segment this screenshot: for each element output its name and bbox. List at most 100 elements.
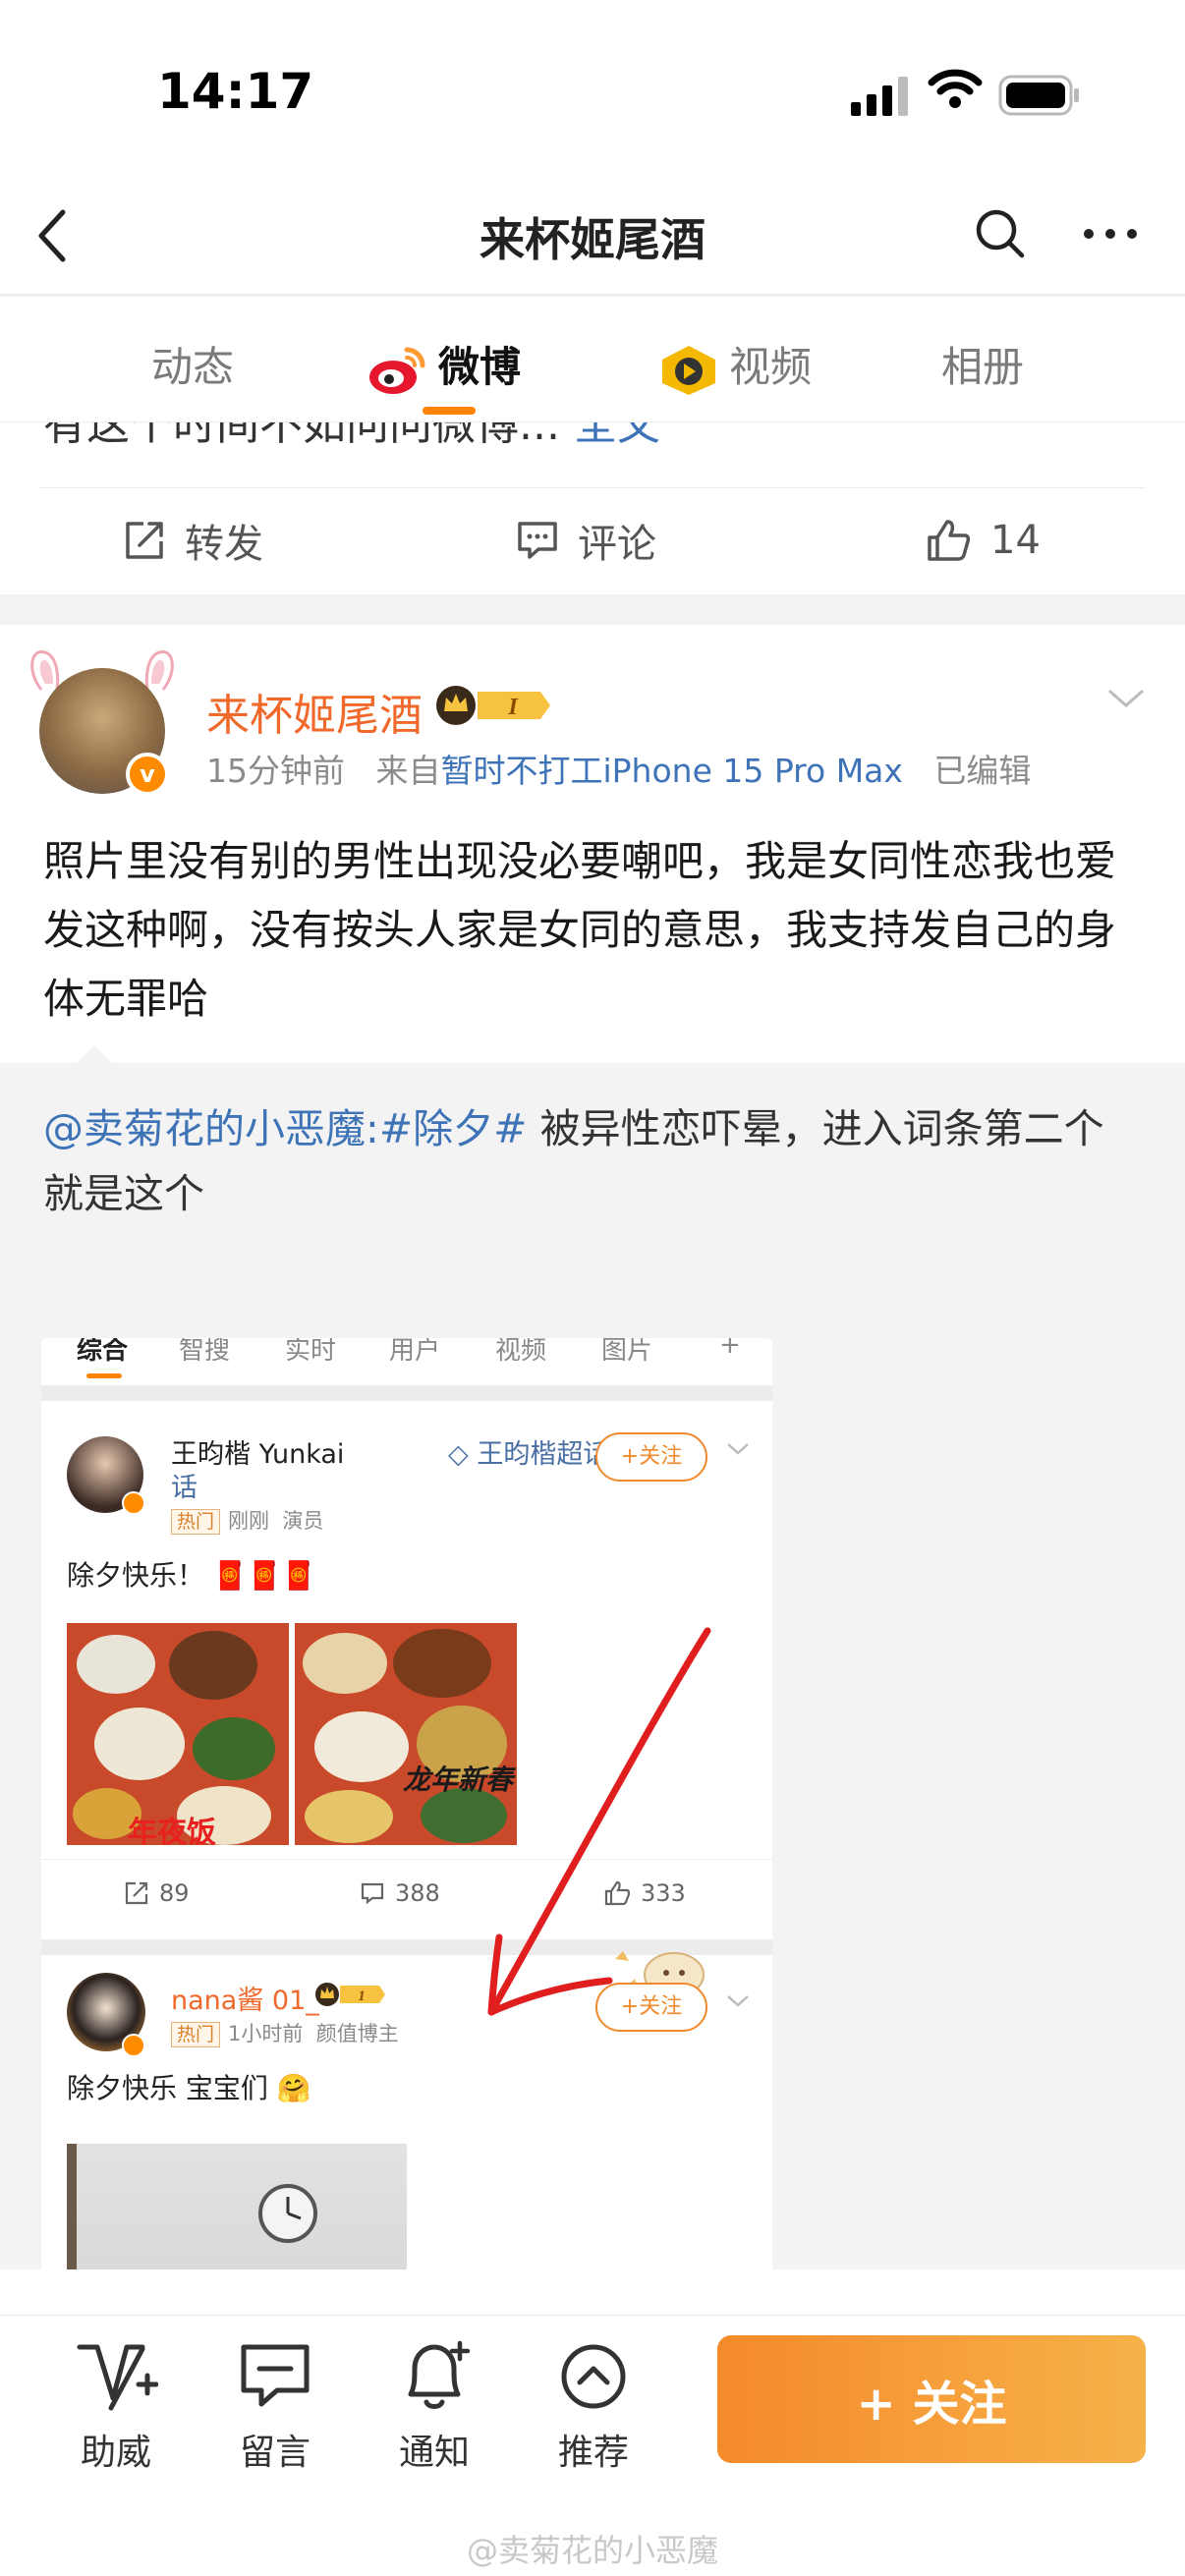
hug-emoji-icon: 🤗 xyxy=(276,2072,311,2104)
recommend-button[interactable]: 推荐 xyxy=(535,2339,652,2475)
food-photo-1: 年夜饭 xyxy=(67,1623,289,1845)
thumbs-up-icon xyxy=(604,1880,631,1906)
tab-dynamics[interactable]: 动态 xyxy=(151,334,234,394)
edited-label: 已编辑 xyxy=(933,752,1032,790)
screenshot-level: 1 xyxy=(358,1988,366,2004)
chevron-down-icon xyxy=(727,1995,749,2007)
signal-icon xyxy=(851,77,908,116)
screenshot-author-2: nana酱 01_ xyxy=(171,1986,319,2016)
verified-badge-icon: v xyxy=(126,753,169,796)
watermark: @卖菊花的小恶魔 xyxy=(466,2532,718,2569)
video-logo-icon xyxy=(662,345,715,395)
screenshot-body-text-1: 除夕快乐！ xyxy=(67,1559,205,1592)
cheer-icon xyxy=(77,2344,159,2411)
screenshot-reposts: 89 xyxy=(159,1879,190,1907)
screenshot-body-2: 除夕快乐 宝宝们 🤗 xyxy=(67,2067,311,2106)
cheer-label: 助威 xyxy=(80,2433,151,2473)
battery-icon xyxy=(998,75,1079,116)
screenshot-follow-button: +关注 xyxy=(595,1432,707,1482)
like-button[interactable]: 14 xyxy=(924,487,1041,593)
embedded-screenshot[interactable]: 综合 智搜 实时 用户 视频 图片 + 王昀楷 Yunkai ◇ 王昀楷超话 话… xyxy=(41,1338,772,2313)
source-prefix: 来自 xyxy=(375,752,441,790)
recommend-icon xyxy=(561,2344,626,2409)
member-crown-badge-icon: 1 xyxy=(315,1983,385,2006)
screenshot-body-text-2: 除夕快乐 宝宝们 xyxy=(67,2072,268,2104)
recommend-label: 推荐 xyxy=(557,2433,629,2473)
screenshot-follow-button-2: +关注 xyxy=(595,1983,707,2032)
tab-weibo[interactable]: 微博 xyxy=(367,334,521,397)
follow-button[interactable]: + 关注 xyxy=(717,2335,1146,2463)
cheer-button[interactable]: 助威 xyxy=(57,2339,175,2475)
screenshot-comment-count: 388 xyxy=(360,1879,440,1907)
profile-tabs: 动态 微博 视频 相册 xyxy=(0,297,1185,422)
more-icon[interactable] xyxy=(1079,202,1142,265)
hot-tag: 热门 xyxy=(171,1509,221,1535)
status-time: 14:17 xyxy=(157,63,314,120)
bottom-bar: 助威 留言 通知 推荐 + 关注 @卖菊花的小恶魔 xyxy=(0,2315,1185,2576)
screenshot-tab: 综合 xyxy=(77,1338,129,1366)
chevron-down-icon xyxy=(727,1443,749,1455)
repost-text: @卖菊花的小恶魔:#除夕# 被异性恋吓晕，进入词条第二个就是这个 xyxy=(43,1096,1144,1226)
screenshot-likes: 333 xyxy=(641,1879,686,1907)
tab-weibo-label: 微博 xyxy=(438,343,522,391)
screenshot-role-2: 颜值博主 xyxy=(315,2022,399,2045)
screenshot-tab: 智搜 xyxy=(179,1338,231,1366)
author-name[interactable]: 来杯姬尾酒 xyxy=(206,680,423,743)
post-body: 照片里没有别的男性出现没必要嘲吧，我是女同性恋我也爱发这种啊，没有按头人家是女同… xyxy=(43,837,1117,1023)
repost-button[interactable]: 转发 xyxy=(122,487,263,593)
comment-icon xyxy=(518,522,557,559)
hot-tag: 热门 xyxy=(171,2022,221,2047)
super-topic-label: 王昀楷超话 xyxy=(477,1439,610,1470)
like-count: 14 xyxy=(990,518,1041,563)
tab-album[interactable]: 相册 xyxy=(941,334,1024,394)
screenshot-tab: 视频 xyxy=(495,1338,547,1366)
screenshot-super-topic: ◇ 王昀楷超话 xyxy=(448,1439,610,1470)
wifi-icon xyxy=(928,69,983,108)
active-tab-indicator xyxy=(423,407,476,415)
screenshot-tab: 实时 xyxy=(285,1338,337,1366)
tab-video-label: 视频 xyxy=(729,343,813,391)
tab-video[interactable]: 视频 xyxy=(658,334,812,397)
screenshot-like-count: 333 xyxy=(603,1879,686,1907)
food-photo-2: 龙年新春 xyxy=(295,1623,517,1845)
screenshot-tab: 图片 xyxy=(601,1338,653,1366)
nav-bar: 来杯姬尾酒 xyxy=(0,177,1185,295)
post-source[interactable]: 暂时不打工iPhone 15 Pro Max xyxy=(440,752,902,790)
message-label: 留言 xyxy=(239,2433,310,2473)
status-bar: 14:17 xyxy=(0,0,1185,177)
screenshot-comments: 388 xyxy=(395,1879,440,1907)
notify-button[interactable]: 通知 xyxy=(375,2339,493,2475)
repost-notch xyxy=(75,1045,114,1065)
member-crown-badge-icon: I xyxy=(436,686,550,725)
screenshot-time-1: 刚刚 xyxy=(228,1509,270,1533)
repost-icon xyxy=(125,1881,148,1905)
repost-icon xyxy=(126,522,163,559)
comment-label: 评论 xyxy=(578,522,656,567)
full-text-link[interactable]: 全文 xyxy=(574,422,660,450)
screenshot-tabs: 综合 智搜 实时 用户 视频 图片 + xyxy=(41,1338,772,1381)
notify-label: 通知 xyxy=(398,2433,470,2473)
repost-mention[interactable]: @卖菊花的小恶魔:#除夕# xyxy=(43,1105,528,1152)
food-caption-1: 年夜饭 xyxy=(128,1816,216,1845)
screenshot-meta-2: 热门 1小时前 颜值博主 xyxy=(171,2018,399,2047)
comment-icon xyxy=(361,1882,384,1905)
screenshot-role-1: 演员 xyxy=(282,1509,324,1533)
screenshot-repost-count: 89 xyxy=(124,1879,190,1907)
previous-post-card: 有这个时间不如问问微博... 全文 转发 评论 14 xyxy=(0,422,1185,594)
comment-button[interactable]: 评论 xyxy=(515,487,656,593)
screenshot-body-1: 除夕快乐！ 🧧🧧🧧 xyxy=(67,1554,316,1594)
repost-block[interactable]: @卖菊花的小恶魔:#除夕# 被异性恋吓晕，进入词条第二个就是这个 综合 智搜 实… xyxy=(0,1063,1185,2313)
level-badge-text: I xyxy=(507,695,519,720)
weibo-logo-icon xyxy=(369,347,425,394)
screenshot-meta-1: 热门 刚刚 演员 xyxy=(171,1505,323,1535)
previous-post-actions: 转发 评论 14 xyxy=(0,487,1185,593)
verified-badge-icon xyxy=(122,2034,145,2057)
chevron-down-icon[interactable] xyxy=(1106,686,1146,711)
clock-icon xyxy=(258,2184,317,2243)
post-time: 15分钟前 xyxy=(206,752,345,790)
screenshot-separator xyxy=(41,1385,772,1401)
food-caption-2: 龙年新春 xyxy=(403,1764,514,1796)
search-icon[interactable] xyxy=(969,202,1032,265)
message-button[interactable]: 留言 xyxy=(216,2339,334,2475)
thumbs-up-icon xyxy=(928,520,971,561)
